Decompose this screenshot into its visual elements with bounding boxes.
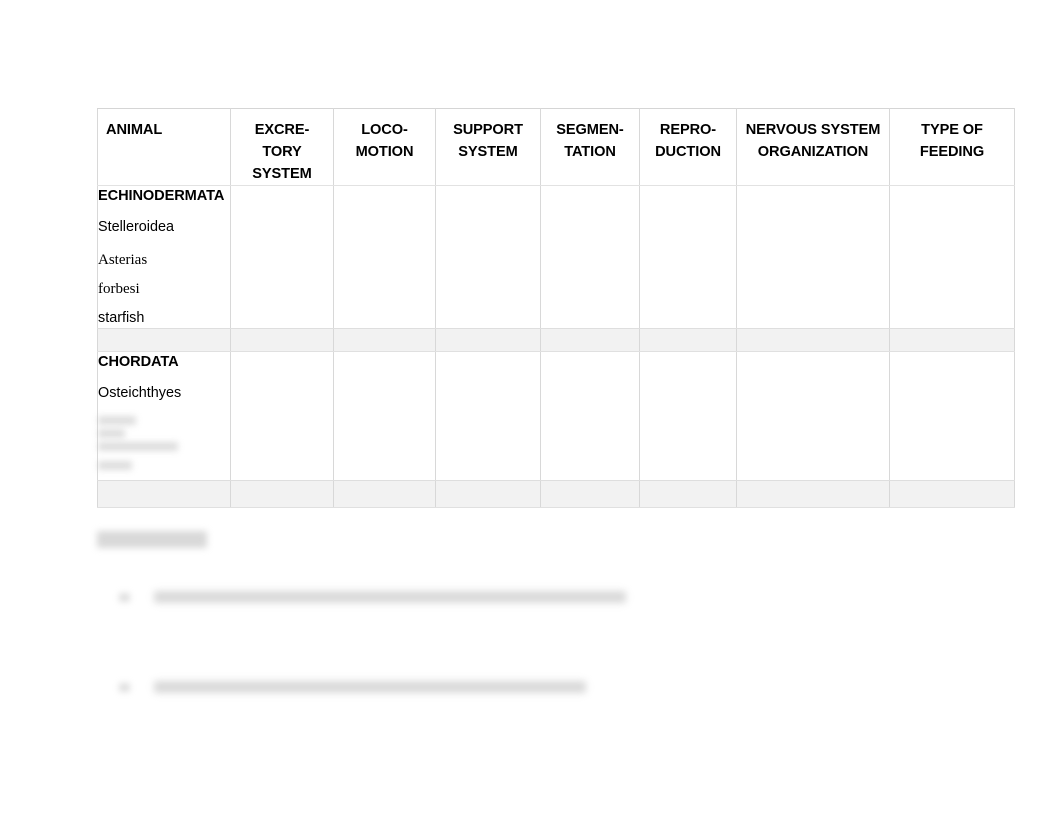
header-line: FEEDING (919, 144, 985, 160)
animal-comparison-table: ANIMAL EXCRE- TORY SYSTEM LOCO- MOTION S… (97, 108, 1015, 508)
question-text (154, 591, 626, 603)
spacer-cell (333, 480, 436, 508)
table-spacer-row (97, 480, 1015, 508)
question-text-value (97, 579, 98, 580)
spacer-cell (435, 480, 541, 508)
header-line: TATION (564, 144, 616, 160)
answer-cell-segmentation[interactable] (540, 351, 640, 481)
phylum-name: ECHINODERMATA (98, 188, 225, 204)
spacer-cell (230, 480, 334, 508)
column-header-reproduction: REPRO- DUCTION (639, 108, 737, 186)
spacer-cell (435, 328, 541, 352)
answer-cell-reproduction[interactable] (639, 351, 737, 481)
column-header-excretory-system: EXCRE- TORY SYSTEM (230, 108, 334, 186)
class-name: Osteichthyes (98, 385, 182, 401)
redacted-line (98, 461, 132, 470)
header-line: ORGANIZATION (757, 144, 869, 160)
spacer-cell (540, 480, 640, 508)
species-name: Asterias forbesi (98, 250, 230, 299)
column-header-animal: ANIMAL (97, 108, 231, 186)
header-line: MOTION (355, 144, 414, 160)
comparison-table-container: ANIMAL EXCRE- TORY SYSTEM LOCO- MOTION S… (97, 108, 1015, 508)
question-text-value (97, 669, 98, 670)
answer-cell-nervous[interactable] (736, 351, 890, 481)
species-epithet: forbesi (98, 281, 140, 297)
questions-list (97, 553, 997, 693)
questions-heading (97, 531, 207, 548)
column-header-locomotion: LOCO- MOTION (333, 108, 436, 186)
column-header-type-of-feeding: TYPE OF FEEDING (889, 108, 1015, 186)
answer-cell-excretory[interactable] (230, 185, 334, 329)
header-line: TORY (262, 144, 302, 160)
table-spacer-row (97, 328, 1015, 352)
questions-heading-text (207, 531, 208, 532)
phylum-name: CHORDATA (98, 354, 179, 370)
header-line: SEGMEN- (556, 122, 624, 138)
spacer-cell (889, 328, 1015, 352)
answer-cell-support[interactable] (435, 351, 541, 481)
list-item[interactable] (97, 669, 997, 727)
question-number (119, 683, 130, 692)
worksheet-page: ANIMAL EXCRE- TORY SYSTEM LOCO- MOTION S… (0, 0, 1062, 822)
questions-section (97, 531, 997, 693)
question-number (119, 593, 130, 602)
spacer-cell (540, 328, 640, 352)
redacted-line (98, 416, 136, 425)
table-header-row: ANIMAL EXCRE- TORY SYSTEM LOCO- MOTION S… (97, 108, 1015, 186)
answer-cell-excretory[interactable] (230, 351, 334, 481)
column-header-support-system: SUPPORT SYSTEM (435, 108, 541, 186)
answer-cell-locomotion[interactable] (333, 185, 436, 329)
answer-cell-segmentation[interactable] (540, 185, 640, 329)
redacted-line (98, 429, 125, 438)
spacer-cell (333, 328, 436, 352)
spacer-cell (736, 480, 890, 508)
answer-cell-support[interactable] (435, 185, 541, 329)
redacted-species-block (98, 416, 230, 470)
header-line: SUPPORT (453, 122, 523, 138)
header-line: SYSTEM (252, 166, 312, 182)
header-line: SYSTEM (458, 144, 518, 160)
header-line: TYPE OF (921, 122, 983, 138)
header-line: NERVOUS SYSTEM (745, 122, 881, 138)
answer-cell-locomotion[interactable] (333, 351, 436, 481)
spacer-cell (97, 328, 231, 352)
answer-cell-feeding[interactable] (889, 185, 1015, 329)
spacer-cell (639, 480, 737, 508)
header-line: DUCTION (655, 144, 721, 160)
spacer-cell (230, 328, 334, 352)
question-text (154, 681, 586, 693)
answer-cell-feeding[interactable] (889, 351, 1015, 481)
redacted-line (98, 442, 178, 451)
column-header-nervous-system-organization: NERVOUS SYSTEM ORGANIZATION (736, 108, 890, 186)
animal-cell-chordata: CHORDATA Osteichthyes (97, 351, 231, 481)
spacer-cell (639, 328, 737, 352)
common-name: starfish (98, 310, 145, 326)
header-line: ANIMAL (106, 122, 163, 138)
list-item[interactable] (97, 579, 997, 637)
table-row: ECHINODERMATA Stelleroidea Asterias forb… (97, 185, 1015, 329)
spacer-cell (889, 480, 1015, 508)
species-genus: Asterias (98, 252, 148, 268)
header-line: EXCRE- (254, 122, 310, 138)
column-header-segmentation: SEGMEN- TATION (540, 108, 640, 186)
class-name: Stelleroidea (98, 219, 175, 235)
table-row: CHORDATA Osteichthyes (97, 351, 1015, 481)
spacer-cell (736, 328, 890, 352)
header-line: REPRO- (659, 122, 717, 138)
animal-cell-echinodermata: ECHINODERMATA Stelleroidea Asterias forb… (97, 185, 231, 329)
spacer-cell (97, 480, 231, 508)
answer-cell-nervous[interactable] (736, 185, 890, 329)
header-line: LOCO- (361, 122, 408, 138)
answer-cell-reproduction[interactable] (639, 185, 737, 329)
